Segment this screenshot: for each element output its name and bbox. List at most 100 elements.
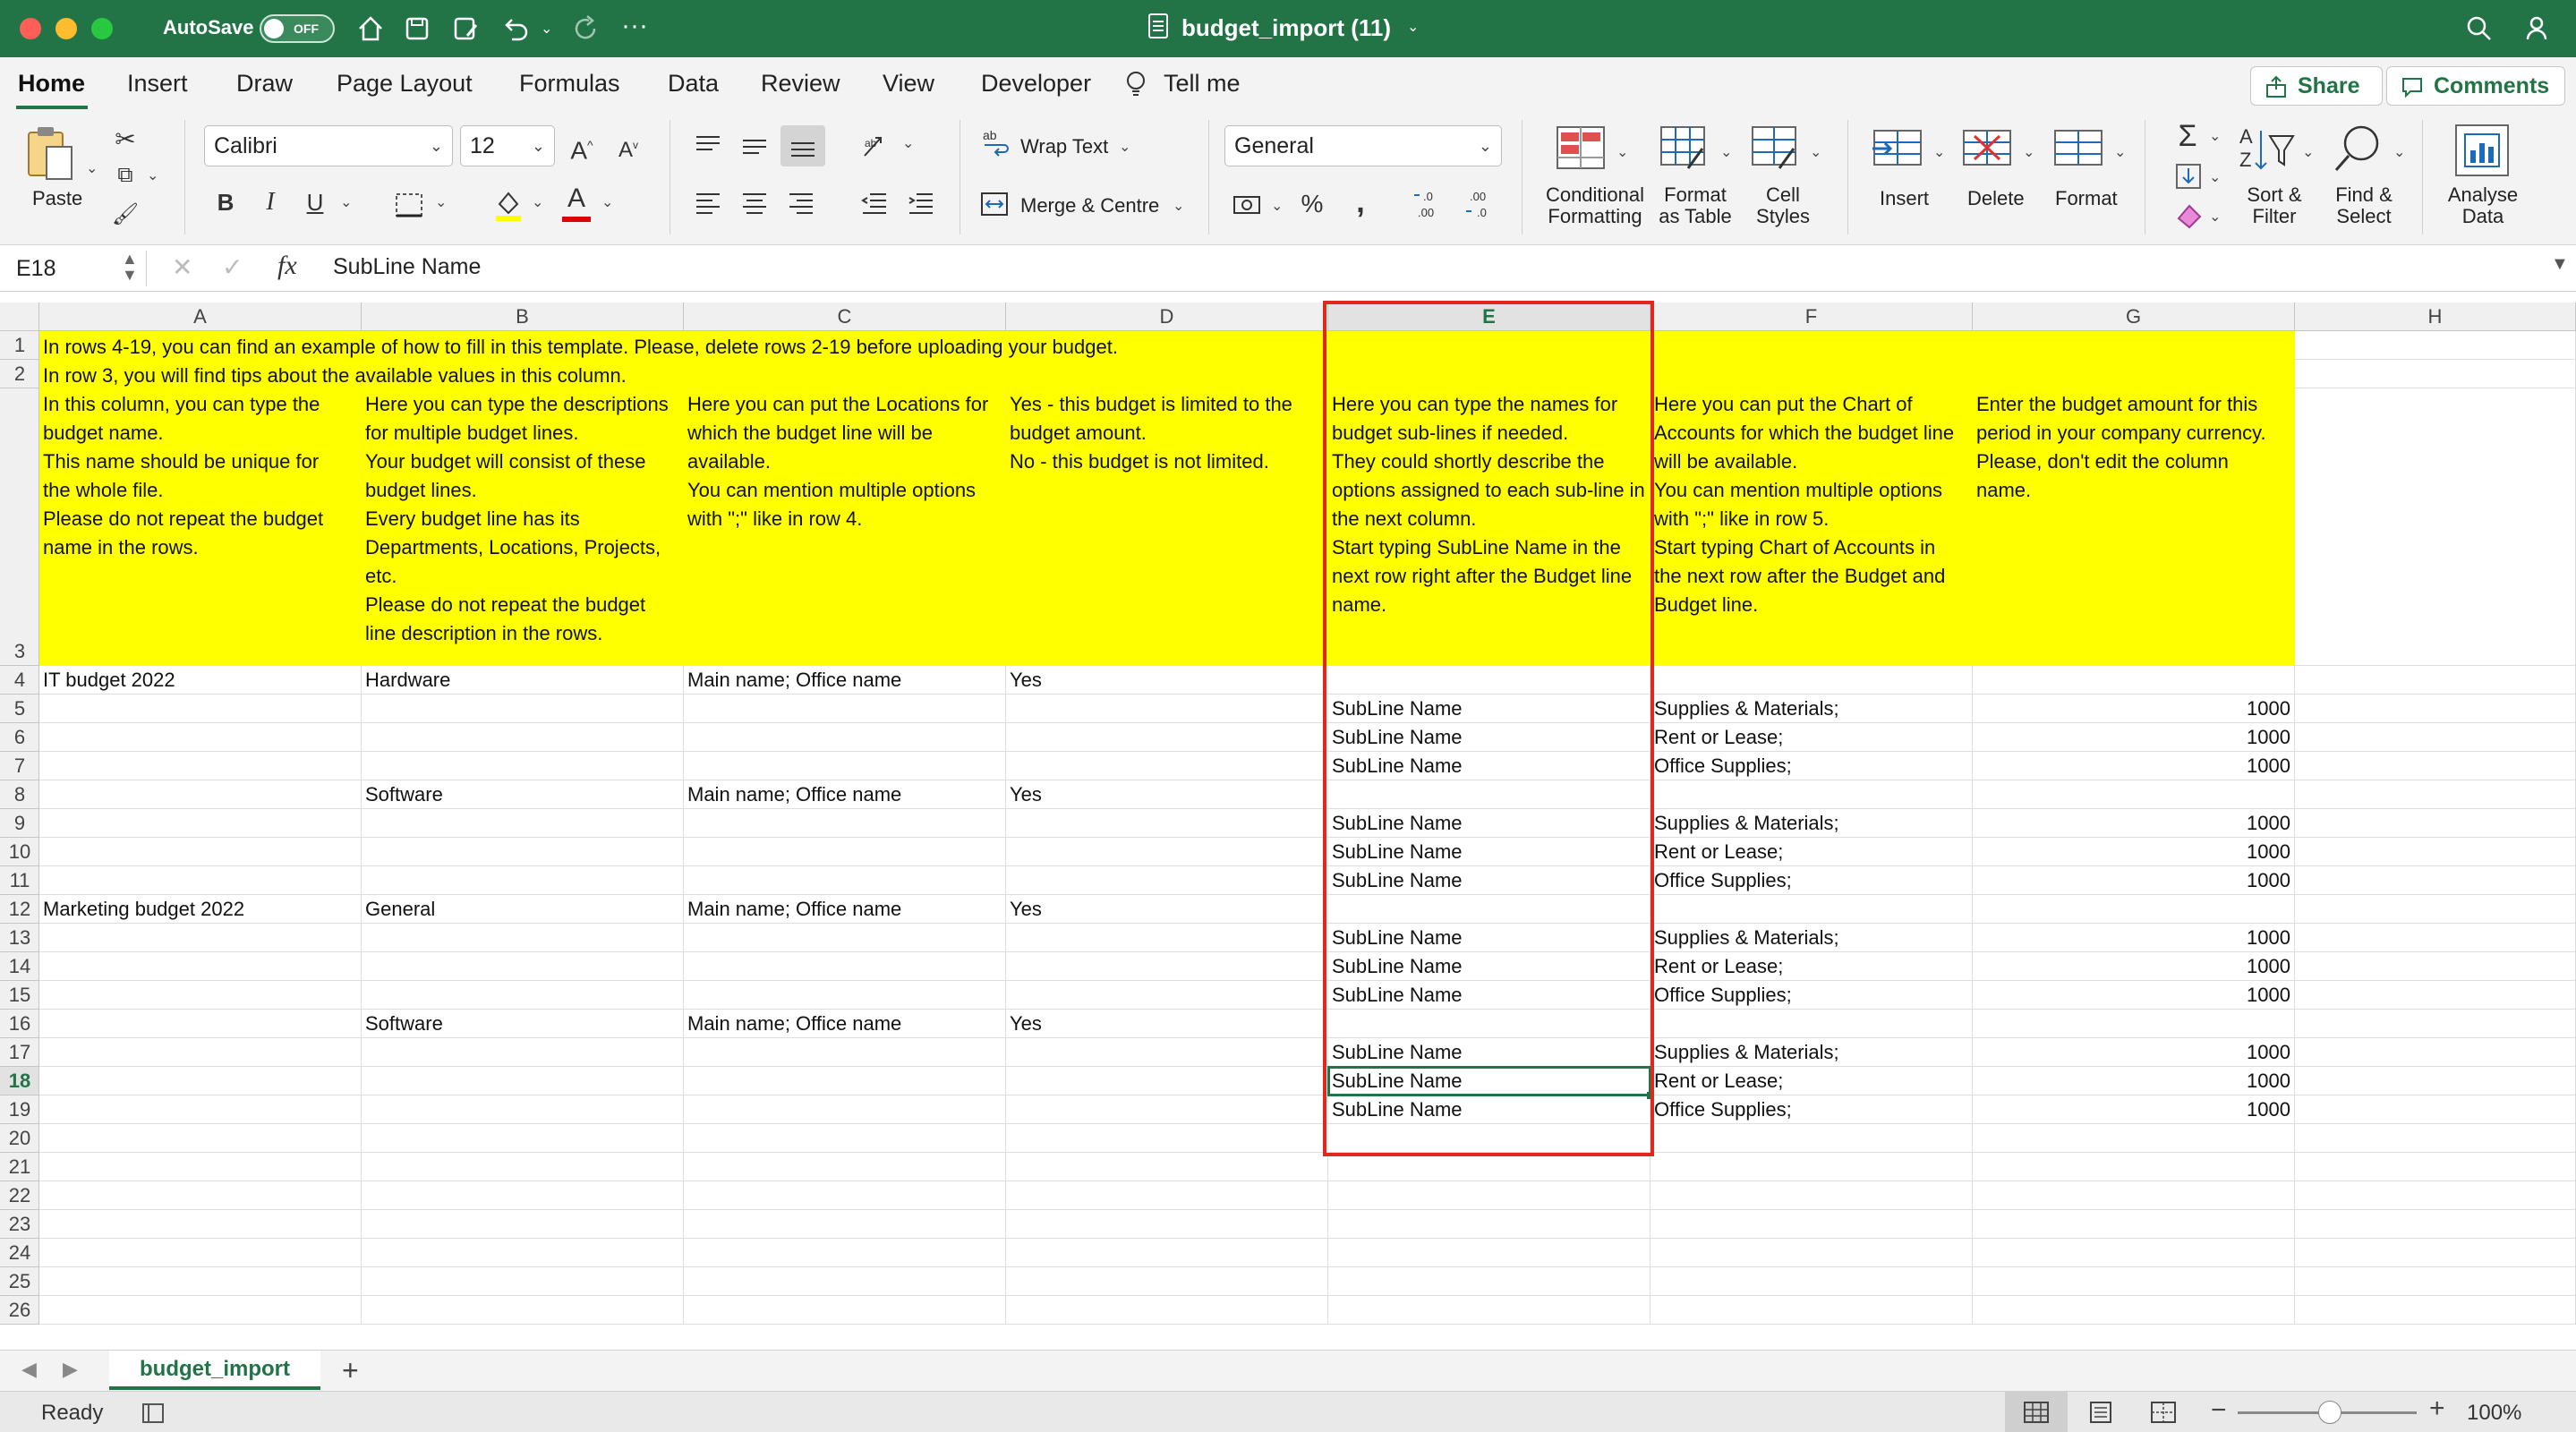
cell-D11[interactable] bbox=[1006, 866, 1328, 895]
cell-D14[interactable] bbox=[1006, 952, 1328, 981]
empty-cell[interactable] bbox=[1328, 1181, 1651, 1210]
empty-cell[interactable] bbox=[362, 1296, 684, 1325]
empty-cell[interactable] bbox=[39, 1124, 362, 1153]
underline-dropdown-icon[interactable]: ⌄ bbox=[340, 193, 352, 211]
cell-H12[interactable] bbox=[2295, 895, 2576, 924]
tab-review[interactable]: Review bbox=[761, 70, 840, 98]
empty-cell[interactable] bbox=[1651, 1153, 1973, 1181]
conditional-formatting-label[interactable]: Conditional Formatting bbox=[1538, 184, 1652, 227]
previous-sheet-icon[interactable]: ◀ bbox=[21, 1358, 37, 1381]
delete-cells-icon[interactable] bbox=[1960, 127, 2014, 172]
cell-H4[interactable] bbox=[2295, 666, 2576, 695]
empty-cell[interactable] bbox=[1328, 1210, 1651, 1239]
empty-cell[interactable] bbox=[1006, 1124, 1328, 1153]
cell-B17[interactable] bbox=[362, 1038, 684, 1067]
cell-F13[interactable]: Supplies & Materials; bbox=[1651, 924, 1973, 952]
decrease-font-size-icon[interactable]: Av bbox=[610, 127, 646, 163]
cell-F18[interactable]: Rent or Lease; bbox=[1651, 1067, 1973, 1095]
increase-decimal-icon[interactable]: .0.00 bbox=[1412, 186, 1448, 222]
empty-cell[interactable] bbox=[362, 1267, 684, 1296]
cell-H2[interactable] bbox=[2295, 360, 2576, 388]
empty-cell[interactable] bbox=[1328, 1239, 1651, 1267]
undo-dropdown-icon[interactable]: ⌄ bbox=[541, 20, 552, 38]
empty-cell[interactable] bbox=[1006, 1153, 1328, 1181]
row-header[interactable]: 13 bbox=[0, 924, 39, 952]
insert-cells-label[interactable]: Insert bbox=[1880, 188, 1929, 209]
worksheet-grid[interactable]: A B C D E F G H 1 2 3 4 5 6 7 8 9 10 11 12 13 14 15 16 17 18 19 20 2… bbox=[0, 292, 2576, 1350]
cell-F17[interactable]: Supplies & Materials; bbox=[1651, 1038, 1973, 1067]
cell-H16[interactable] bbox=[2295, 1010, 2576, 1038]
confirm-entry-icon[interactable]: ✓ bbox=[222, 252, 243, 282]
zoom-level[interactable]: 100% bbox=[2467, 1401, 2521, 1426]
row-header[interactable]: 7 bbox=[0, 752, 39, 780]
clear-icon[interactable] bbox=[2173, 200, 2204, 231]
share-button[interactable]: Share bbox=[2250, 66, 2383, 106]
cell-D6[interactable] bbox=[1006, 723, 1328, 752]
format-as-table-dropdown-icon[interactable]: ⌄ bbox=[1720, 143, 1732, 161]
row-header[interactable]: 2 bbox=[0, 360, 39, 388]
empty-cell[interactable] bbox=[684, 1239, 1006, 1267]
zoom-slider-knob[interactable] bbox=[2318, 1401, 2341, 1424]
cell-G12[interactable] bbox=[1973, 895, 2295, 924]
cell-H1[interactable] bbox=[2295, 331, 2576, 360]
column-header[interactable]: F bbox=[1651, 303, 1973, 331]
zoom-out-icon[interactable]: − bbox=[2211, 1395, 2227, 1426]
close-window-button[interactable] bbox=[20, 18, 41, 39]
orientation-icon[interactable]: ab bbox=[861, 131, 895, 161]
paste-dropdown-icon[interactable]: ⌄ bbox=[86, 159, 98, 177]
format-dropdown-icon[interactable]: ⌄ bbox=[2114, 143, 2126, 161]
cell-G6[interactable]: 1000 bbox=[1973, 723, 2295, 752]
cell-F19[interactable]: Office Supplies; bbox=[1651, 1095, 1973, 1124]
cell-A8[interactable] bbox=[39, 780, 362, 809]
clear-dropdown-icon[interactable]: ⌄ bbox=[2209, 208, 2221, 226]
empty-cell[interactable] bbox=[2295, 1124, 2576, 1153]
cell-C19[interactable] bbox=[684, 1095, 1006, 1124]
increase-font-size-icon[interactable]: A^ bbox=[564, 127, 600, 164]
borders-icon[interactable] bbox=[394, 192, 426, 218]
cell-B4[interactable]: Hardware bbox=[362, 666, 684, 695]
row-header[interactable]: 10 bbox=[0, 838, 39, 866]
cell-F16[interactable] bbox=[1651, 1010, 1973, 1038]
row-header[interactable]: 20 bbox=[0, 1124, 39, 1153]
empty-cell[interactable] bbox=[1651, 1181, 1973, 1210]
cell-B7[interactable] bbox=[362, 752, 684, 780]
title-dropdown-icon[interactable]: ⌄ bbox=[1407, 18, 1419, 36]
cell-C10[interactable] bbox=[684, 838, 1006, 866]
cell-D4[interactable]: Yes bbox=[1006, 666, 1328, 695]
tab-insert[interactable]: Insert bbox=[127, 70, 188, 98]
page-layout-view-icon[interactable] bbox=[2087, 1401, 2114, 1424]
copy-icon[interactable]: ⧉ bbox=[107, 158, 143, 193]
minimize-window-button[interactable] bbox=[55, 18, 77, 39]
row-header[interactable]: 23 bbox=[0, 1210, 39, 1239]
cell-B13[interactable] bbox=[362, 924, 684, 952]
cell-A5[interactable] bbox=[39, 695, 362, 723]
cell-D10[interactable] bbox=[1006, 838, 1328, 866]
delete-dropdown-icon[interactable]: ⌄ bbox=[2023, 143, 2034, 161]
cell-A17[interactable] bbox=[39, 1038, 362, 1067]
cell-B18[interactable] bbox=[362, 1067, 684, 1095]
cell-B19[interactable] bbox=[362, 1095, 684, 1124]
empty-cell[interactable] bbox=[1651, 1296, 1973, 1325]
page-break-view-icon[interactable] bbox=[2150, 1401, 2177, 1424]
empty-cell[interactable] bbox=[684, 1181, 1006, 1210]
empty-cell[interactable] bbox=[1651, 1239, 1973, 1267]
font-color-button[interactable]: A bbox=[559, 181, 594, 217]
cell-C5[interactable] bbox=[684, 695, 1006, 723]
empty-cell[interactable] bbox=[1973, 1124, 2295, 1153]
align-bottom-button-active[interactable] bbox=[780, 125, 825, 166]
sheet-tab-budget-import[interactable]: budget_import bbox=[109, 1351, 320, 1390]
cell-B16[interactable]: Software bbox=[362, 1010, 684, 1038]
cell-H7[interactable] bbox=[2295, 752, 2576, 780]
cut-icon[interactable]: ✂ bbox=[107, 122, 143, 158]
cell-D13[interactable] bbox=[1006, 924, 1328, 952]
merge-centre-label[interactable]: Merge & Centre bbox=[1020, 195, 1159, 217]
empty-cell[interactable] bbox=[1973, 1239, 2295, 1267]
undo-icon[interactable] bbox=[499, 13, 532, 45]
empty-cell[interactable] bbox=[684, 1210, 1006, 1239]
save-icon[interactable] bbox=[401, 13, 433, 45]
cell-C18[interactable] bbox=[684, 1067, 1006, 1095]
autosum-icon[interactable]: Σ bbox=[2170, 118, 2205, 154]
row-header[interactable]: 15 bbox=[0, 981, 39, 1010]
find-select-icon[interactable] bbox=[2331, 122, 2386, 177]
row-header[interactable]: 12 bbox=[0, 895, 39, 924]
